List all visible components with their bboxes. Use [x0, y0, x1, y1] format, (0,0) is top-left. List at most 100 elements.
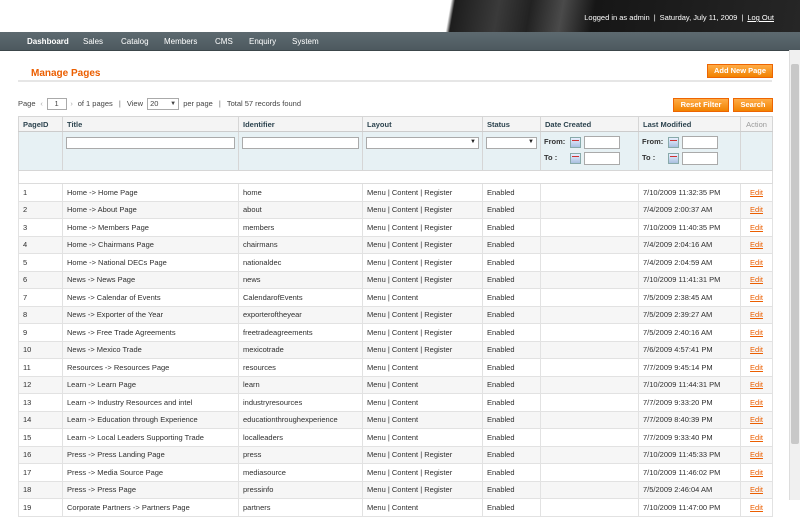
logged-in-text: Logged in as admin [584, 13, 650, 22]
col-header-date-created[interactable]: Date Created [540, 116, 639, 132]
cell-last-modified: 7/10/2009 11:46:02 PM [638, 463, 741, 482]
filter-layout-select[interactable]: ▼ [366, 137, 479, 149]
cell-last-modified: 7/6/2009 4:57:41 PM [638, 340, 741, 359]
cell-layout: Menu | Content | Register [362, 235, 483, 254]
cell-date-created [540, 253, 639, 272]
cell-pageid: 2 [18, 200, 63, 219]
last-modified-to-input[interactable] [682, 152, 718, 165]
col-header-status[interactable]: Status [482, 116, 541, 132]
cell-identifier: exporteroftheyear [238, 305, 363, 324]
edit-link[interactable]: Edit [750, 380, 763, 389]
edit-link[interactable]: Edit [750, 188, 763, 197]
edit-link[interactable]: Edit [750, 275, 763, 284]
date-created-from-input[interactable] [584, 136, 620, 149]
table-row[interactable]: 2 Home -> About Page about Menu | Content |… [18, 200, 773, 219]
logout-link[interactable]: Log Out [747, 13, 774, 22]
table-row[interactable]: 6 News -> News Page news Menu | Content | R… [18, 270, 773, 289]
edit-link[interactable]: Edit [750, 258, 763, 267]
nav-catalog[interactable]: Catalog [121, 37, 149, 46]
cell-date-created [540, 480, 639, 499]
table-row[interactable]: 7 News -> Calendar of Events CalendarofEve… [18, 288, 773, 307]
calendar-icon[interactable] [668, 153, 679, 164]
edit-link[interactable]: Edit [750, 293, 763, 302]
col-header-title[interactable]: Title [62, 116, 239, 132]
cell-action: Edit [740, 358, 773, 377]
cell-status: Enabled [482, 410, 541, 429]
edit-link[interactable]: Edit [750, 468, 763, 477]
table-row[interactable]: 9 News -> Free Trade Agreements freetradea… [18, 323, 773, 342]
cell-status: Enabled [482, 358, 541, 377]
date-created-to-input[interactable] [584, 152, 620, 165]
table-row[interactable]: 5 Home -> National DECs Page nationaldec Me… [18, 253, 773, 272]
cell-title: News -> News Page [62, 270, 239, 289]
table-row[interactable]: 15 Learn -> Local Leaders Supporting Trad… [18, 428, 773, 447]
cell-date-created [540, 235, 639, 254]
table-row[interactable]: 17 Press -> Media Source Page mediasource M… [18, 463, 773, 482]
col-header-pageid[interactable]: PageID [18, 116, 63, 132]
edit-link[interactable]: Edit [750, 433, 763, 442]
table-row[interactable]: 3 Home -> Members Page members Menu | Conte… [18, 218, 773, 237]
edit-link[interactable]: Edit [750, 328, 763, 337]
col-header-layout[interactable]: Layout [362, 116, 483, 132]
cell-action: Edit [740, 340, 773, 359]
table-row[interactable]: 8 News -> Exporter of the Year exporteroft… [18, 305, 773, 324]
col-header-last-modified[interactable]: Last Modified [638, 116, 741, 132]
search-button[interactable]: Search [733, 98, 773, 112]
table-row[interactable]: 4 Home -> Chairmans Page chairmans Menu | C… [18, 235, 773, 254]
table-row[interactable]: 11 Resources -> Resources Page resources Me… [18, 358, 773, 377]
filter-identifier-input[interactable] [242, 137, 359, 149]
next-page-icon[interactable]: › [68, 99, 76, 108]
cell-title: Home -> Chairmans Page [62, 235, 239, 254]
scrollbar-thumb[interactable] [791, 64, 799, 444]
cell-action: Edit [740, 305, 773, 324]
table-row[interactable]: 19 Corporate Partners -> Partners Page par… [18, 498, 773, 517]
calendar-icon[interactable] [570, 137, 581, 148]
page-number-input[interactable]: 1 [46, 98, 67, 110]
add-new-page-button[interactable]: Add New Page [707, 64, 773, 78]
edit-link[interactable]: Edit [750, 310, 763, 319]
edit-link[interactable]: Edit [750, 240, 763, 249]
edit-link[interactable]: Edit [750, 485, 763, 494]
table-row[interactable]: 18 Press -> Press Page pressinfo Menu | Con… [18, 480, 773, 499]
last-modified-from-input[interactable] [682, 136, 718, 149]
table-row[interactable]: 14 Learn -> Education through Experience e… [18, 410, 773, 429]
nav-cms[interactable]: CMS [215, 37, 233, 46]
filter-pageid-cell [18, 131, 63, 171]
cell-identifier: press [238, 445, 363, 464]
nav-system[interactable]: System [292, 37, 319, 46]
col-header-identifier[interactable]: Identifier [238, 116, 363, 132]
table-row[interactable]: 13 Learn -> Industry Resources and intel i… [18, 393, 773, 412]
cell-last-modified: 7/10/2009 11:32:35 PM [638, 183, 741, 202]
calendar-icon[interactable] [668, 137, 679, 148]
table-row[interactable]: 12 Learn -> Learn Page learn Menu | Content… [18, 375, 773, 394]
table-row[interactable]: 1 Home -> Home Page home Menu | Content | R… [18, 183, 773, 202]
edit-link[interactable]: Edit [750, 398, 763, 407]
page-scrollbar[interactable] [789, 50, 800, 500]
edit-link[interactable]: Edit [750, 415, 763, 424]
nav-enquiry[interactable]: Enquiry [249, 37, 276, 46]
cell-identifier: partners [238, 498, 363, 517]
cell-title: Learn -> Education through Experience [62, 410, 239, 429]
table-row[interactable]: 16 Press -> Press Landing Page press Menu |… [18, 445, 773, 464]
edit-link[interactable]: Edit [750, 363, 763, 372]
prev-page-icon[interactable]: ‹ [38, 99, 46, 108]
edit-link[interactable]: Edit [750, 205, 763, 214]
edit-link[interactable]: Edit [750, 345, 763, 354]
cell-last-modified: 7/10/2009 11:40:35 PM [638, 218, 741, 237]
nav-sales[interactable]: Sales [83, 37, 103, 46]
edit-link[interactable]: Edit [750, 503, 763, 512]
per-page-select[interactable]: 20 ▼ [147, 98, 180, 110]
filter-status-select[interactable]: ▼ [486, 137, 537, 149]
cell-identifier: learn [238, 375, 363, 394]
nav-members[interactable]: Members [164, 37, 197, 46]
filter-last-modified-cell: From: To : [638, 131, 741, 171]
filter-title-input[interactable] [66, 137, 235, 149]
edit-link[interactable]: Edit [750, 450, 763, 459]
cell-identifier: resources [238, 358, 363, 377]
calendar-icon[interactable] [570, 153, 581, 164]
cell-pageid: 15 [18, 428, 63, 447]
reset-filter-button[interactable]: Reset Filter [673, 98, 729, 112]
nav-dashboard[interactable]: Dashboard [27, 37, 69, 46]
table-row[interactable]: 10 News -> Mexico Trade mexicotrade Menu | … [18, 340, 773, 359]
edit-link[interactable]: Edit [750, 223, 763, 232]
